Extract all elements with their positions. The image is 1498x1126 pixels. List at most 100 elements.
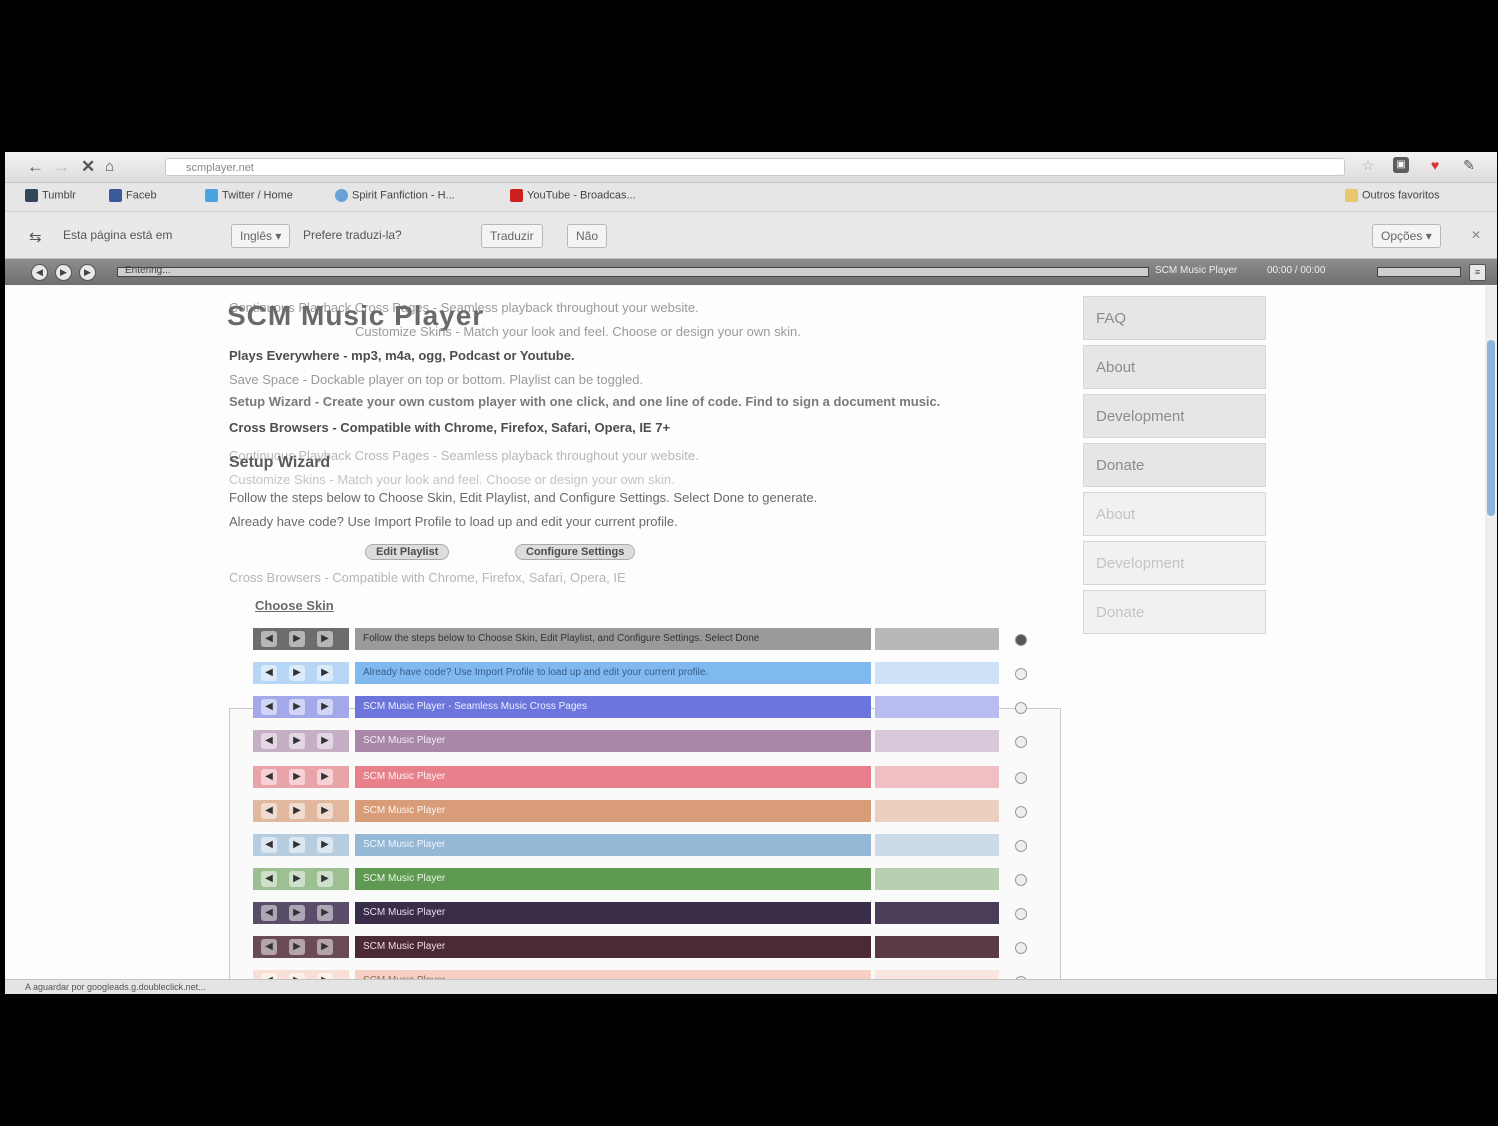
stop-icon[interactable]: ✕ bbox=[81, 157, 95, 177]
sidebar-item-donate[interactable]: Donate bbox=[1083, 443, 1266, 487]
close-icon[interactable]: ✕ bbox=[1471, 228, 1481, 242]
scrollbar[interactable] bbox=[1485, 286, 1497, 979]
play-icon[interactable]: ▶ bbox=[289, 871, 305, 887]
bookmark-tumblr[interactable]: Tumblr bbox=[25, 189, 76, 202]
play-icon[interactable]: ▶ bbox=[289, 665, 305, 681]
play-icon[interactable]: ▶ bbox=[289, 939, 305, 955]
skin-radio[interactable] bbox=[1015, 840, 1027, 852]
language-select[interactable]: Inglês ▾ bbox=[231, 224, 291, 248]
skin-row[interactable]: ◀▶▶SCM Music Player bbox=[253, 868, 999, 890]
skin-volume-area[interactable] bbox=[875, 936, 999, 958]
prev-icon[interactable]: ◀ bbox=[261, 803, 277, 819]
configure-settings-button[interactable]: Configure Settings bbox=[515, 544, 636, 560]
play-icon[interactable]: ▶ bbox=[289, 803, 305, 819]
skin-row[interactable]: ◀▶▶SCM Music Player bbox=[253, 936, 999, 958]
next-icon[interactable]: ▶ bbox=[317, 699, 333, 715]
heart-icon[interactable]: ♥ bbox=[1427, 157, 1443, 173]
bookmark-spirit[interactable]: Spirit Fanfiction - H... bbox=[335, 189, 455, 202]
home-icon[interactable]: ⌂ bbox=[105, 157, 114, 177]
next-icon[interactable]: ▶ bbox=[317, 631, 333, 647]
no-button[interactable]: Não bbox=[567, 224, 608, 248]
play-icon[interactable]: ▶ bbox=[289, 905, 305, 921]
bookmark-youtube[interactable]: YouTube - Broadcas... bbox=[510, 189, 636, 202]
prev-icon[interactable]: ◀ bbox=[31, 264, 48, 281]
skin-volume-area[interactable] bbox=[875, 662, 999, 684]
skin-radio[interactable] bbox=[1015, 874, 1027, 886]
next-icon[interactable]: ▶ bbox=[317, 939, 333, 955]
prev-icon[interactable]: ◀ bbox=[261, 631, 277, 647]
prev-icon[interactable]: ◀ bbox=[261, 837, 277, 853]
skin-row[interactable]: ◀▶▶SCM Music Player bbox=[253, 970, 999, 979]
prev-icon[interactable]: ◀ bbox=[261, 939, 277, 955]
skin-volume-area[interactable] bbox=[875, 800, 999, 822]
progress-bar[interactable] bbox=[117, 267, 1149, 277]
next-icon[interactable]: ▶ bbox=[317, 905, 333, 921]
address-bar[interactable]: scmplayer.net bbox=[165, 158, 1345, 176]
prev-icon[interactable]: ◀ bbox=[261, 871, 277, 887]
skin-row[interactable]: ◀ ▶ ▶ SCM Music Player - Seamless Music Cro… bbox=[253, 696, 999, 718]
play-icon[interactable]: ▶ bbox=[289, 837, 305, 853]
wrench-icon[interactable]: ✎ bbox=[1461, 157, 1477, 173]
volume-bar[interactable] bbox=[1377, 267, 1461, 277]
next-icon[interactable]: ▶ bbox=[317, 837, 333, 853]
skin-radio[interactable] bbox=[1015, 668, 1027, 680]
player-title: SCM Music Player bbox=[1155, 265, 1238, 276]
sidebar-item-about[interactable]: About bbox=[1083, 345, 1266, 389]
play-icon[interactable]: ▶ bbox=[289, 699, 305, 715]
skin-volume-area[interactable] bbox=[875, 730, 999, 752]
play-icon[interactable]: ▶ bbox=[289, 769, 305, 785]
bookmark-twitter[interactable]: Twitter / Home bbox=[205, 189, 293, 202]
prev-icon[interactable]: ◀ bbox=[261, 769, 277, 785]
skin-volume-area[interactable] bbox=[875, 834, 999, 856]
skin-volume-area[interactable] bbox=[875, 902, 999, 924]
sidebar-item-development[interactable]: Development bbox=[1083, 394, 1266, 438]
next-icon[interactable]: ▶ bbox=[317, 733, 333, 749]
forward-icon[interactable]: → bbox=[53, 157, 70, 177]
extension-icon[interactable]: ▣ bbox=[1393, 157, 1409, 173]
next-icon[interactable]: ▶ bbox=[317, 665, 333, 681]
skin-row[interactable]: ◀▶▶SCM Music Player bbox=[253, 902, 999, 924]
back-icon[interactable]: ← bbox=[27, 157, 44, 177]
skin-row[interactable]: ◀▶▶SCM Music Player bbox=[253, 800, 999, 822]
prev-icon[interactable]: ◀ bbox=[261, 699, 277, 715]
bookmark-facebook[interactable]: Faceb bbox=[109, 189, 157, 202]
play-icon[interactable]: ▶ bbox=[55, 264, 72, 281]
page-content: Continuous Playback Cross Pages - Seamle… bbox=[5, 286, 1485, 979]
prev-icon[interactable]: ◀ bbox=[261, 733, 277, 749]
scrollbar-thumb[interactable] bbox=[1487, 340, 1495, 516]
play-icon[interactable]: ▶ bbox=[289, 733, 305, 749]
playlist-toggle-icon[interactable]: ≡ bbox=[1469, 264, 1486, 281]
skin-volume-area[interactable] bbox=[875, 766, 999, 788]
skin-radio[interactable] bbox=[1015, 908, 1027, 920]
skin-controls: ◀▶▶ bbox=[253, 970, 349, 979]
skin-radio[interactable] bbox=[1015, 736, 1027, 748]
other-bookmarks[interactable]: Outros favoritos bbox=[1345, 189, 1440, 202]
play-icon[interactable]: ▶ bbox=[289, 631, 305, 647]
prev-icon[interactable]: ◀ bbox=[261, 905, 277, 921]
skin-radio[interactable] bbox=[1015, 772, 1027, 784]
skin-volume-area[interactable] bbox=[875, 696, 999, 718]
skin-row[interactable]: ◀ ▶ ▶ Already have code? Use Import Profile… bbox=[253, 662, 999, 684]
skin-radio[interactable] bbox=[1015, 702, 1027, 714]
skin-row[interactable]: ◀▶▶SCM Music Player bbox=[253, 834, 999, 856]
translate-button[interactable]: Traduzir bbox=[481, 224, 543, 248]
skin-volume-area[interactable] bbox=[875, 868, 999, 890]
skin-radio[interactable] bbox=[1015, 634, 1027, 646]
skin-volume-area[interactable] bbox=[875, 970, 999, 979]
sidebar-item-faq[interactable]: FAQ bbox=[1083, 296, 1266, 340]
skin-row[interactable]: ◀ ▶ ▶ Follow the steps below to Choose Skin… bbox=[253, 628, 999, 650]
prev-icon[interactable]: ◀ bbox=[261, 665, 277, 681]
skin-row[interactable]: ◀▶▶SCM Music Player bbox=[253, 730, 999, 752]
skin-radio[interactable] bbox=[1015, 806, 1027, 818]
star-icon[interactable]: ☆ bbox=[1360, 157, 1376, 173]
edit-playlist-button[interactable]: Edit Playlist bbox=[365, 544, 450, 560]
next-icon[interactable]: ▶ bbox=[79, 264, 96, 281]
skin-volume-area[interactable] bbox=[875, 628, 999, 650]
choose-skin-heading: Choose Skin bbox=[255, 598, 334, 613]
skin-radio[interactable] bbox=[1015, 942, 1027, 954]
skin-row[interactable]: ◀▶▶SCM Music Player bbox=[253, 766, 999, 788]
next-icon[interactable]: ▶ bbox=[317, 871, 333, 887]
next-icon[interactable]: ▶ bbox=[317, 803, 333, 819]
next-icon[interactable]: ▶ bbox=[317, 769, 333, 785]
options-button[interactable]: Opções ▾ bbox=[1372, 224, 1441, 248]
